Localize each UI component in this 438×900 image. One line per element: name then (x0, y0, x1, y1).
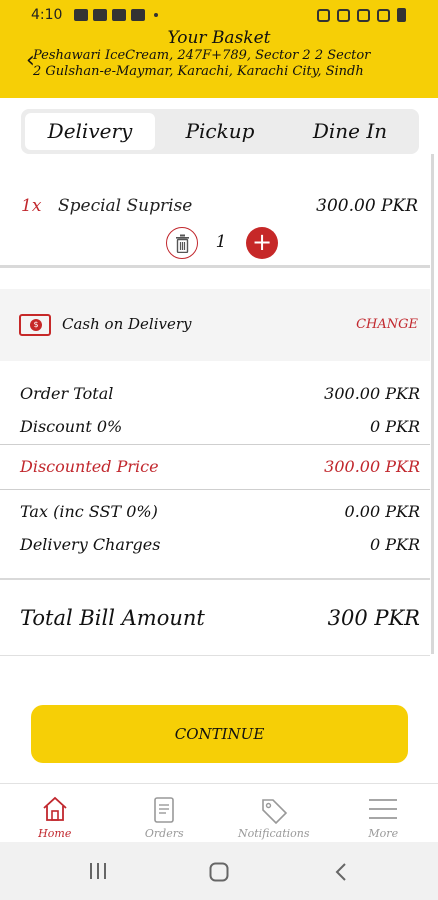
discounted-price-row: Discounted Price 300.00 PKR (20, 457, 420, 481)
system-navigation-bar (0, 842, 438, 900)
status-system-icons (317, 8, 406, 22)
delivery-charges-label: Delivery Charges (20, 535, 161, 554)
tag-icon (261, 799, 287, 824)
battery-icon (397, 8, 406, 22)
header: 4:10 ‹ Your Basket Peshawari IceCream, 2… (0, 0, 438, 98)
discount-value: 0 PKR (369, 417, 420, 436)
nav-label-more: More (368, 827, 399, 840)
recent-apps-icon[interactable] (88, 862, 108, 880)
nav-item-more[interactable]: More (329, 784, 438, 842)
tax-label: Tax (inc SST 0%) (20, 502, 158, 521)
bottom-nav: Home Orders Notifications More (0, 784, 438, 842)
mute-icon (337, 8, 350, 22)
item-price: 300.00 PKR (316, 196, 418, 216)
tab-dine-in[interactable]: Dine In (285, 113, 415, 150)
trash-icon (176, 234, 189, 253)
orders-icon (154, 797, 175, 823)
payment-method-row: $ Cash on Delivery CHANGE (0, 289, 430, 361)
page-title: Your Basket (167, 28, 271, 48)
cart-item: 1x Special Suprise 300.00 PKR (0, 192, 430, 222)
payment-method-label: Cash on Delivery (62, 315, 192, 333)
youtube-icon (93, 9, 107, 21)
total-bill-label: Total Bill Amount (20, 606, 205, 630)
delete-item-button[interactable] (166, 227, 198, 259)
nav-label-home: Home (38, 827, 72, 840)
home-icon (43, 796, 67, 821)
order-total-row: Order Total 300.00 PKR (20, 384, 420, 408)
quantity-value: 1 (215, 232, 227, 252)
plus-icon: + (251, 228, 273, 256)
order-type-tabs: Delivery Pickup Dine In (21, 109, 419, 154)
quantity-stepper: 1 + (166, 226, 282, 260)
item-quantity-label: 1x (21, 196, 42, 216)
back-button-icon[interactable] (334, 862, 348, 882)
status-time: 4:10 (31, 7, 63, 23)
snapchat-icon (131, 9, 145, 21)
tax-value: 0.00 PKR (344, 502, 420, 521)
alarm-icon (317, 8, 330, 22)
nav-item-notifications[interactable]: Notifications (219, 784, 329, 842)
delivery-charges-value: 0 PKR (369, 535, 420, 554)
tab-pickup[interactable]: Pickup (155, 113, 285, 150)
divider (0, 578, 430, 580)
change-payment-link[interactable]: CHANGE (356, 317, 418, 332)
divider (0, 489, 430, 490)
nav-item-home[interactable]: Home (0, 784, 110, 842)
tax-row: Tax (inc SST 0%) 0.00 PKR (20, 502, 420, 526)
total-bill-row: Total Bill Amount 300 PKR (20, 606, 420, 638)
nav-label-notifications: Notifications (237, 827, 310, 840)
tab-delivery[interactable]: Delivery (25, 113, 155, 150)
home-button-icon[interactable] (209, 862, 229, 882)
discounted-price-label: Discounted Price (20, 457, 159, 476)
status-notification-icons (74, 9, 158, 21)
delivery-charges-row: Delivery Charges 0 PKR (20, 535, 420, 559)
gallery-icon (74, 9, 88, 21)
discount-label: Discount 0% (20, 417, 123, 436)
delivery-address: Peshawari IceCream, 247F+789, Sector 2 2… (33, 48, 371, 79)
image-icon (112, 9, 126, 21)
wifi-icon (357, 8, 370, 22)
nav-label-orders: Orders (144, 827, 184, 840)
dot-icon (154, 13, 158, 17)
nav-item-orders[interactable]: Orders (110, 784, 220, 842)
divider (0, 655, 430, 656)
order-total-label: Order Total (20, 384, 114, 403)
signal-icon (377, 8, 390, 22)
divider (0, 444, 430, 445)
continue-button[interactable]: CONTINUE (31, 705, 408, 763)
scrollbar[interactable] (431, 154, 434, 654)
menu-icon (369, 799, 398, 819)
increase-quantity-button[interactable]: + (246, 227, 278, 259)
discount-row: Discount 0% 0 PKR (20, 417, 420, 441)
cash-icon: $ (19, 314, 51, 336)
divider (0, 265, 430, 268)
total-bill-value: 300 PKR (327, 606, 420, 630)
item-name: Special Suprise (58, 196, 193, 216)
order-total-value: 300.00 PKR (324, 384, 420, 403)
discounted-price-value: 300.00 PKR (324, 457, 420, 476)
status-bar: 4:10 (0, 0, 438, 30)
